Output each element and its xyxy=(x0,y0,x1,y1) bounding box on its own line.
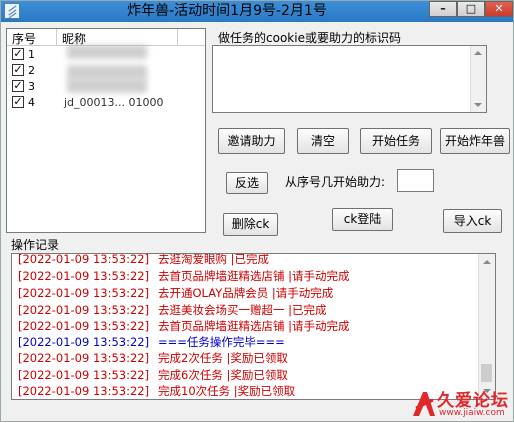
help-from-label: 从序号几开始助力: xyxy=(285,175,386,189)
list-item[interactable]: ✓ 3 xyxy=(7,79,205,95)
checkbox-checked[interactable]: ✓ xyxy=(12,48,24,60)
item-nickname: jd_00013... 01000 xyxy=(64,96,164,109)
redacted-blur xyxy=(67,45,147,59)
log-message: 完成10次任务 |奖励已领取 xyxy=(158,384,296,398)
log-timestamp: [2022-01-09 13:53:22] xyxy=(18,351,150,365)
import-ck-button[interactable]: 导入ck xyxy=(443,209,502,233)
ck-login-button[interactable]: ck登陆 xyxy=(332,208,393,231)
forum-watermark: 久爱论坛 www.jiaiw.com xyxy=(411,386,514,423)
col-header-index[interactable]: 序号 xyxy=(12,30,36,47)
log-title: 操作记录 xyxy=(11,238,60,252)
log-timestamp: [2022-01-09 13:53:22] xyxy=(18,384,150,398)
item-index: 1 xyxy=(28,48,35,61)
account-list[interactable]: 序号 昵称 ✓ 1 ✓ 2 ✓ 3 ✓ 4 jd_00013... 01000 xyxy=(6,28,206,233)
minimize-button[interactable]: – xyxy=(429,1,457,17)
item-index: 3 xyxy=(28,80,35,93)
log-timestamp: [2022-01-09 13:53:22] xyxy=(18,253,150,266)
checkbox-checked[interactable]: ✓ xyxy=(12,96,24,108)
log-timestamp: [2022-01-09 13:53:22] xyxy=(18,319,150,333)
log-message: ===任务操作完毕=== xyxy=(158,335,285,349)
scroll-thumb[interactable] xyxy=(481,364,492,382)
list-item[interactable]: ✓ 2 xyxy=(7,63,205,79)
log-message: 完成2次任务 |奖励已领取 xyxy=(158,351,288,365)
log-message: 去首页品牌墙逛精选店铺 |请手动完成 xyxy=(158,269,350,283)
scroll-down-icon xyxy=(474,103,482,107)
clear-button[interactable]: 清空 xyxy=(297,128,349,154)
log-message: 完成6次任务 |奖励已领取 xyxy=(158,368,288,382)
item-index: 4 xyxy=(28,96,35,109)
log-timestamp: [2022-01-09 13:53:22] xyxy=(18,368,150,382)
redacted-blur xyxy=(67,79,147,93)
watermark-logo-icon xyxy=(413,392,435,416)
log-box[interactable]: [2022-01-09 13:53:22] 去逛淘爱眼购 |已完成 [2022-… xyxy=(11,253,496,400)
list-item[interactable]: ✓ 1 xyxy=(7,45,205,63)
log-scrollbar[interactable] xyxy=(478,254,495,399)
scroll-up-icon xyxy=(474,51,482,55)
log-timestamp: [2022-01-09 13:53:22] xyxy=(18,335,150,349)
close-button[interactable]: ✕ xyxy=(485,1,513,17)
start-task-button[interactable]: 开始任务 xyxy=(360,128,432,154)
close-icon: ✕ xyxy=(494,2,504,15)
textarea-scrollbar[interactable] xyxy=(470,46,486,112)
minimize-icon: – xyxy=(440,2,446,15)
checkbox-checked[interactable]: ✓ xyxy=(12,80,24,92)
cookie-label: 做任务的cookie或要助力的标识码 xyxy=(218,31,401,45)
checkbox-checked[interactable]: ✓ xyxy=(12,64,24,76)
log-message: 去逛美妆会场买一赠超一 |已完成 xyxy=(158,303,327,317)
maximize-button[interactable]: □ xyxy=(457,1,485,17)
watermark-url: www.jiaiw.com xyxy=(439,408,505,418)
invert-selection-button[interactable]: 反选 xyxy=(226,172,268,194)
item-index: 2 xyxy=(28,64,35,77)
scroll-up-icon xyxy=(483,260,491,264)
app-window: 炸年兽-活动时间1月9号-2月1号 – □ ✕ 序号 昵称 ✓ 1 ✓ 2 ✓ … xyxy=(0,0,514,422)
title-bar[interactable]: 炸年兽-活动时间1月9号-2月1号 – □ ✕ xyxy=(1,1,513,22)
list-item[interactable]: ✓ 4 jd_00013... 01000 xyxy=(7,95,205,111)
log-timestamp: [2022-01-09 13:53:22] xyxy=(18,303,150,317)
delete-ck-button[interactable]: 删除ck xyxy=(223,213,278,236)
redacted-blur xyxy=(67,65,147,79)
start-beast-button[interactable]: 开始炸年兽 xyxy=(440,128,510,154)
log-timestamp: [2022-01-09 13:53:22] xyxy=(18,286,150,300)
log-message: 去首页品牌墙逛精选店铺 |请手动完成 xyxy=(158,319,350,333)
log-timestamp: [2022-01-09 13:53:22] xyxy=(18,269,150,283)
cookie-textarea[interactable] xyxy=(212,45,487,113)
log-message: 去逛淘爱眼购 |已完成 xyxy=(158,253,270,266)
list-header: 序号 昵称 xyxy=(7,29,205,46)
window-title: 炸年兽-活动时间1月9号-2月1号 xyxy=(127,3,327,19)
invite-help-button[interactable]: 邀请助力 xyxy=(218,128,285,154)
maximize-icon: □ xyxy=(465,2,477,15)
log-message: 去开通OLAY品牌会员 |请手动完成 xyxy=(158,286,334,300)
help-from-input[interactable] xyxy=(397,169,434,192)
